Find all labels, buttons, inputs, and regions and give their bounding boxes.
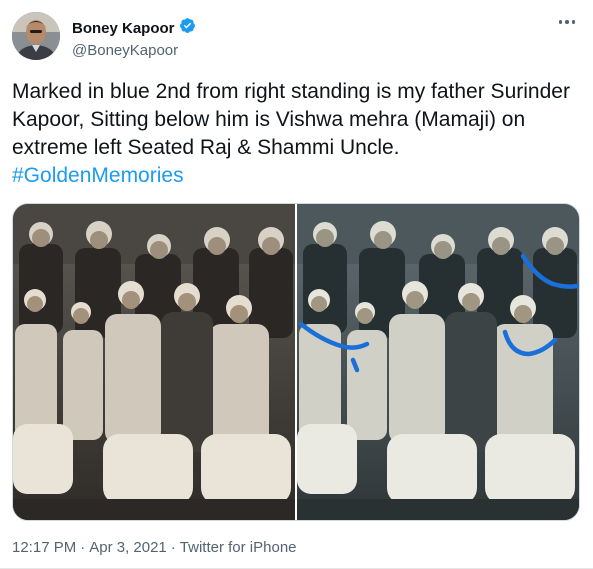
verified-badge-icon [179,17,196,39]
tweet-time[interactable]: 12:17 PM [12,539,76,556]
tweet-text: Marked in blue 2nd from right standing i… [12,78,582,190]
user-handle[interactable]: @BoneyKapoor [72,42,196,59]
tweet-meta: 12:17 PM · Apr 3, 2021 · Twitter for iPhone [12,539,297,556]
hashtag-link[interactable]: #GoldenMemories [12,162,582,190]
name-row: Boney Kapoor [72,17,196,39]
tweet-card: Boney Kapoor @BoneyKapoor Marked in blue… [0,0,593,569]
meta-separator: · [80,539,86,556]
more-options-icon[interactable] [557,14,578,30]
meta-separator: · [170,539,176,556]
tweet-date[interactable]: Apr 3, 2021 [89,539,167,556]
avatar[interactable] [12,12,60,60]
user-names: Boney Kapoor @BoneyKapoor [72,17,196,59]
tweet-body: Marked in blue 2nd from right standing i… [12,80,570,159]
photo-left[interactable] [13,204,295,520]
tweet-header: Boney Kapoor @BoneyKapoor [12,12,196,60]
display-name[interactable]: Boney Kapoor [72,20,175,37]
photo-right[interactable] [297,204,579,520]
media-grid [12,203,580,521]
tweet-source[interactable]: Twitter for iPhone [180,539,297,556]
